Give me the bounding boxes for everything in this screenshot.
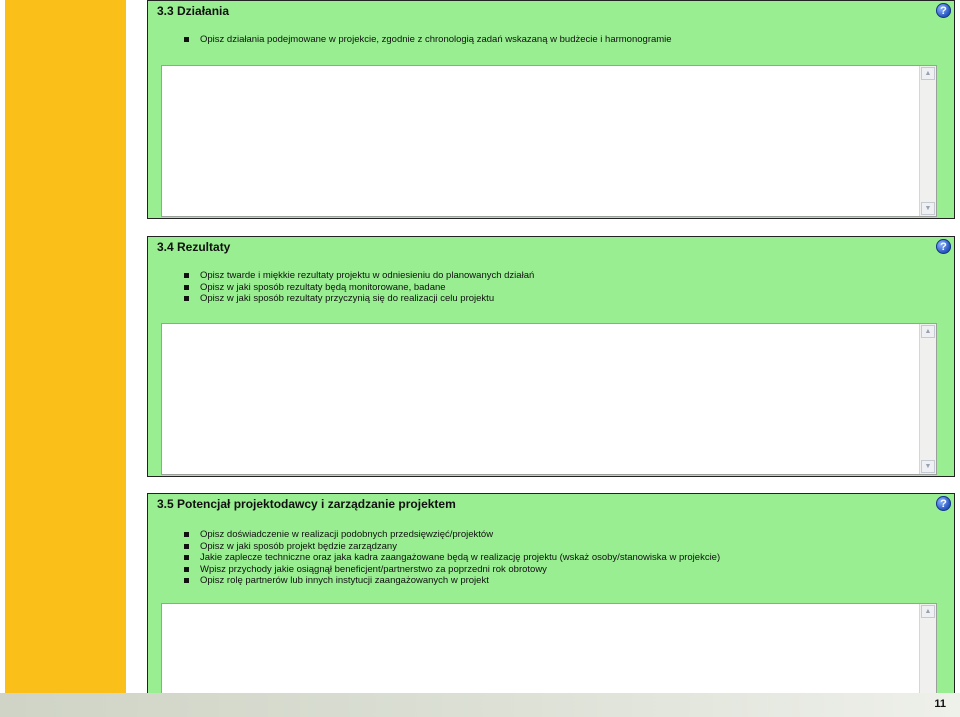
left-accent-bar <box>5 0 126 693</box>
footer-bar: 11 <box>0 693 960 717</box>
list-item: Jakie zaplecze techniczne oraz jaka kadr… <box>184 552 720 564</box>
section-title: 3.3 Działania <box>157 4 230 18</box>
list-item: Opisz twarde i miękkie rezultaty projekt… <box>184 270 534 282</box>
instruction-text: Opisz doświadczenie w realizacji podobny… <box>200 529 494 540</box>
scroll-up-icon[interactable]: ▲ <box>921 67 935 80</box>
bullet-icon <box>184 273 189 278</box>
section-title: 3.5 Potencjał projektodawcy i zarządzani… <box>157 497 456 511</box>
instruction-list: Opisz doświadczenie w realizacji podobny… <box>184 529 720 587</box>
help-icon[interactable]: ? <box>936 496 951 511</box>
bullet-icon <box>184 566 189 572</box>
scroll-up-icon[interactable]: ▲ <box>921 325 935 338</box>
dzialania-textarea[interactable]: ▲ ▼ <box>161 65 937 217</box>
instruction-text: Opisz rolę partnerów lub innych instytuc… <box>200 575 489 586</box>
instruction-text: Opisz twarde i miękkie rezultaty projekt… <box>200 270 535 281</box>
bullet-icon <box>184 578 189 583</box>
section-potencjal: 3.5 Potencjał projektodawcy i zarządzani… <box>147 493 955 694</box>
bullet-icon <box>184 543 189 549</box>
section-rezultaty: 3.4 Rezultaty ? Opisz twarde i miękkie r… <box>147 236 955 477</box>
scroll-down-icon[interactable]: ▼ <box>921 202 935 215</box>
instruction-list: Opisz twarde i miękkie rezultaty projekt… <box>184 270 534 305</box>
list-item: Opisz działania podejmowane w projekcie,… <box>184 34 672 46</box>
bullet-icon <box>184 532 189 537</box>
instruction-text: Opisz w jaki sposób rezultaty przyczynią… <box>200 293 495 304</box>
scrollbar[interactable]: ▲ ▼ <box>919 66 936 216</box>
list-item: Opisz w jaki sposób projekt będzie zarzą… <box>184 541 720 553</box>
list-item: Wpisz przychody jakie osiągnął beneficje… <box>184 564 720 576</box>
instruction-text: Opisz działania podejmowane w projekcie,… <box>200 34 672 45</box>
list-item: Opisz w jaki sposób rezultaty będą monit… <box>184 282 534 294</box>
section-divider <box>147 219 955 236</box>
help-icon[interactable]: ? <box>936 239 951 254</box>
left-margin <box>126 0 147 693</box>
bullet-icon <box>184 555 189 560</box>
scroll-down-icon[interactable]: ▼ <box>921 460 935 473</box>
potencjal-textarea[interactable]: ▲ <box>161 603 937 694</box>
instruction-text: Opisz w jaki sposób rezultaty będą monit… <box>200 281 446 293</box>
instruction-text: Wpisz przychody jakie osiągnął beneficje… <box>200 563 547 575</box>
section-title: 3.4 Rezultaty <box>157 240 231 254</box>
scrollbar[interactable]: ▲ <box>919 604 936 694</box>
bullet-icon <box>184 284 189 290</box>
instruction-text: Jakie zaplecze techniczne oraz jaka kadr… <box>200 552 721 563</box>
bullet-icon <box>184 37 189 42</box>
list-item: Opisz doświadczenie w realizacji podobny… <box>184 529 720 541</box>
instruction-list: Opisz działania podejmowane w projekcie,… <box>184 34 672 46</box>
scroll-up-icon[interactable]: ▲ <box>921 605 935 618</box>
instruction-text: Opisz w jaki sposób projekt będzie zarzą… <box>200 540 397 552</box>
section-dzialania: 3.3 Działania ? Opisz działania podejmow… <box>147 0 955 219</box>
list-item: Opisz w jaki sposób rezultaty przyczynią… <box>184 293 534 305</box>
bullet-icon <box>184 296 189 301</box>
page-number: 11 <box>934 698 946 710</box>
section-divider <box>147 477 955 493</box>
rezultaty-textarea[interactable]: ▲ ▼ <box>161 323 937 475</box>
help-icon[interactable]: ? <box>936 3 951 18</box>
list-item: Opisz rolę partnerów lub innych instytuc… <box>184 575 720 587</box>
scrollbar[interactable]: ▲ ▼ <box>919 324 936 474</box>
